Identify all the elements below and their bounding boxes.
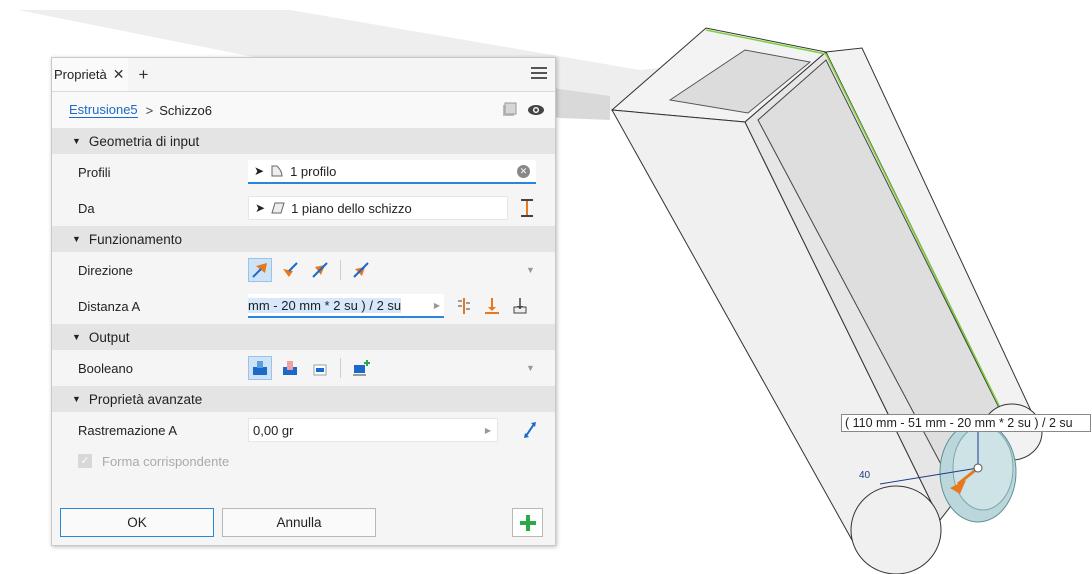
- profile-shape-icon: [271, 165, 283, 177]
- profiles-label: Profili: [78, 164, 111, 180]
- add-icon[interactable]: [512, 508, 543, 537]
- checkbox[interactable]: ✓: [78, 454, 92, 468]
- row-from: Da ➤ 1 piano dello schizzo: [52, 190, 555, 226]
- section-title: Output: [88, 329, 130, 345]
- clear-icon[interactable]: ✕: [517, 164, 530, 178]
- section-title: Geometria di input: [88, 133, 200, 149]
- collapse-triangle-icon: ▼: [72, 136, 81, 146]
- visibility-box-icon[interactable]: [501, 102, 517, 118]
- taper-value: 0,00 gr: [253, 422, 294, 438]
- taper-input[interactable]: 0,00 gr ▶: [248, 418, 498, 442]
- from-value: 1 piano dello schizzo: [291, 200, 412, 216]
- chevron-right-icon: >: [145, 102, 154, 118]
- section-title: Proprietà avanzate: [88, 391, 203, 407]
- expand-arrow-icon[interactable]: ▶: [485, 426, 491, 435]
- taper-label: Rastremazione A: [78, 422, 177, 438]
- from-selector[interactable]: ➤ 1 piano dello schizzo: [248, 196, 508, 220]
- row-distance: Distanza A mm - 20 mm * 2 su ) / 2 su ▶: [52, 288, 555, 324]
- boolean-buttons: [248, 356, 373, 380]
- collapse-triangle-icon: ▼: [72, 332, 81, 342]
- collapse-triangle-icon: ▼: [72, 234, 81, 244]
- separator: [340, 260, 341, 280]
- section-advanced[interactable]: ▼ Proprietà avanzate: [52, 386, 555, 412]
- intersect-icon[interactable]: [308, 356, 332, 380]
- profiles-selector[interactable]: ➤ 1 profilo ✕: [248, 160, 536, 184]
- row-profiles: Profili ➤ 1 profilo ✕: [52, 154, 555, 190]
- drag-handle[interactable]: [973, 463, 983, 473]
- dimension-value-40[interactable]: 40: [859, 470, 870, 481]
- cancel-label: Annulla: [276, 515, 322, 530]
- chevron-down-icon[interactable]: ▼: [526, 265, 535, 275]
- breadcrumb-current: Schizzo6: [159, 102, 212, 118]
- cut-icon[interactable]: [278, 356, 302, 380]
- join-icon[interactable]: [248, 356, 272, 380]
- row-boolean: Booleano ▼: [52, 350, 555, 386]
- expand-arrow-icon[interactable]: ▶: [434, 301, 440, 310]
- section-output[interactable]: ▼ Output: [52, 324, 555, 350]
- distance-input[interactable]: mm - 20 mm * 2 su ) / 2 su ▶: [248, 294, 444, 318]
- new-solid-icon[interactable]: [349, 356, 373, 380]
- cancel-button[interactable]: Annulla: [222, 508, 376, 537]
- direction-label: Direzione: [78, 262, 133, 278]
- boolean-label: Booleano: [78, 360, 133, 376]
- tab-bar: Proprietà ✕ +: [52, 58, 555, 92]
- close-icon[interactable]: ✕: [113, 66, 125, 83]
- direction-symmetric-icon[interactable]: [308, 258, 332, 282]
- properties-panel: Proprietà ✕ + Estrusione5 > Schizzo6 ▼ G…: [51, 57, 556, 546]
- ok-button[interactable]: OK: [60, 508, 214, 537]
- profiles-value: 1 profilo: [290, 163, 337, 179]
- separator: [340, 358, 341, 378]
- hamburger-menu-icon[interactable]: [531, 64, 547, 82]
- breadcrumb: Estrusione5 > Schizzo6: [52, 92, 555, 128]
- eye-icon[interactable]: [527, 102, 545, 118]
- breadcrumb-parent[interactable]: Estrusione5: [69, 102, 138, 118]
- from-label: Da: [78, 200, 95, 216]
- through-all-icon[interactable]: [512, 297, 528, 315]
- left-arm-end: [850, 485, 942, 574]
- cursor-arrow-icon: ➤: [255, 201, 266, 215]
- offset-start-icon[interactable]: [518, 198, 536, 218]
- direction-asymmetric-icon[interactable]: [349, 258, 373, 282]
- chevron-down-icon[interactable]: ▼: [526, 363, 535, 373]
- dimension-label[interactable]: ( 110 mm - 51 mm - 20 mm * 2 su ) / 2 su: [841, 414, 1091, 432]
- match-shape-label: Forma corrispondente: [102, 453, 230, 469]
- flip-taper-icon[interactable]: [522, 421, 538, 439]
- tab-properties[interactable]: Proprietà ✕: [52, 58, 129, 91]
- distance-label: Distanza A: [78, 298, 141, 314]
- section-input-geometry[interactable]: ▼ Geometria di input: [52, 128, 555, 154]
- tab-label: Proprietà: [54, 67, 107, 82]
- section-title: Funzionamento: [88, 231, 182, 247]
- row-taper: Rastremazione A 0,00 gr ▶: [52, 412, 555, 448]
- distance-value: mm - 20 mm * 2 su ) / 2 su: [248, 297, 402, 313]
- add-tab-icon[interactable]: +: [138, 65, 148, 85]
- direction-flipped-icon[interactable]: [278, 258, 302, 282]
- section-behavior[interactable]: ▼ Funzionamento: [52, 226, 555, 252]
- measure-icon[interactable]: [456, 297, 472, 315]
- row-match-shape: ✓ Forma corrispondente: [52, 448, 555, 474]
- collapse-triangle-icon: ▼: [72, 394, 81, 404]
- direction-buttons: [248, 258, 373, 282]
- direction-default-icon[interactable]: [248, 258, 272, 282]
- ok-label: OK: [127, 515, 147, 530]
- row-direction: Direzione ▼: [52, 252, 555, 288]
- extrusion-preview-face: [952, 425, 1014, 511]
- to-surface-icon[interactable]: [484, 297, 500, 315]
- cursor-arrow-icon: ➤: [254, 164, 265, 178]
- sketch-plane-icon: [271, 202, 285, 214]
